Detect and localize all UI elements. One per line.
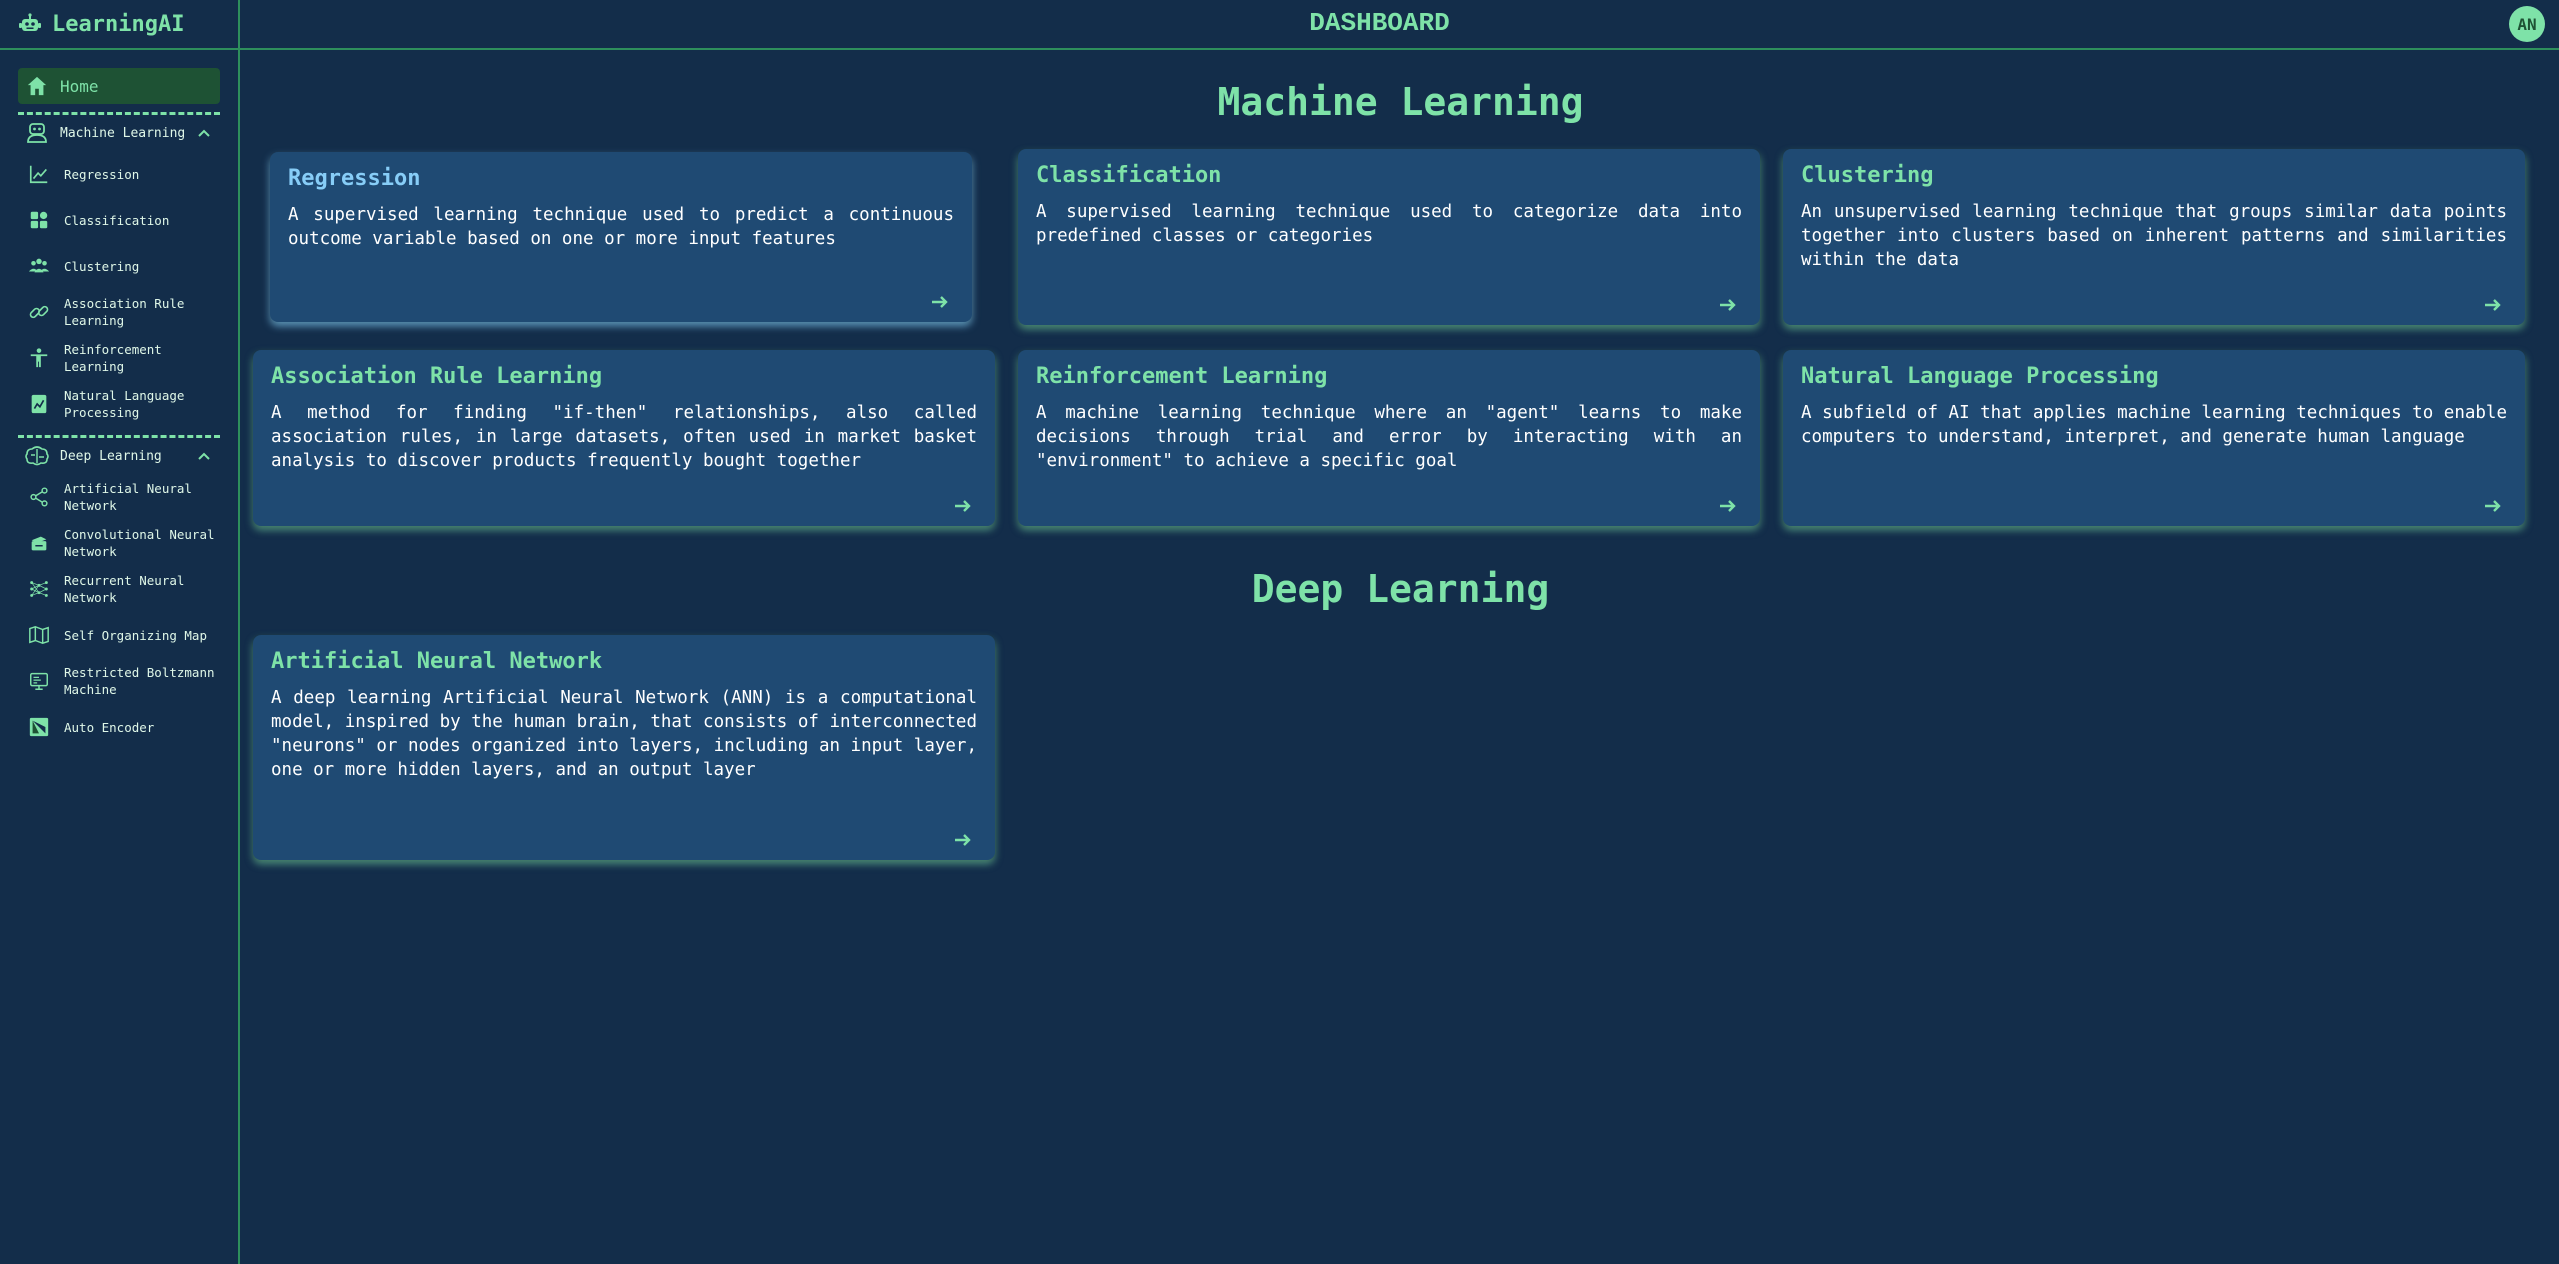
map-icon xyxy=(29,625,49,645)
sidebar-item-label: Auto Encoder xyxy=(64,719,155,735)
card-title: Clustering xyxy=(1801,163,1934,188)
sidebar-item-reinforcement-learning[interactable]: Reinforcement Learning xyxy=(18,335,220,381)
sidebar-item-label: Convolutional Neural Network xyxy=(64,527,215,559)
arrow-right-icon[interactable] xyxy=(930,292,950,312)
sidebar-item-label: Recurrent Neural Network xyxy=(64,573,185,605)
grid-icon xyxy=(30,211,48,229)
brain-robot-icon xyxy=(27,123,47,143)
sidebar-item-clustering[interactable]: Clustering xyxy=(18,243,220,289)
card-description: A method for finding "if-then" relations… xyxy=(271,403,977,471)
arrow-right-icon[interactable] xyxy=(953,830,973,850)
sidebar-item-classification[interactable]: Classification xyxy=(18,197,220,243)
card-description: An unsupervised learning technique that … xyxy=(1801,202,2507,270)
sidebar-item-label: Regression xyxy=(64,166,140,182)
line-chart-icon xyxy=(29,165,48,184)
sidebar-item-recurrent-neural-network[interactable]: Recurrent Neural Network xyxy=(18,566,220,612)
sidebar-group-label: Machine Learning xyxy=(60,125,186,141)
sidebar-item-association-rule-learning[interactable]: Association Rule Learning xyxy=(18,289,220,335)
sidebar: LearningAI Home Machine Learning Regress… xyxy=(0,0,240,1264)
arrow-right-icon[interactable] xyxy=(2483,295,2503,315)
sidebar-group-label: Deep Learning xyxy=(60,448,162,464)
sidebar-item-home[interactable]: Home xyxy=(18,68,220,104)
card-reinforcement-learning[interactable]: Reinforcement Learning A machine learnin… xyxy=(1018,350,1760,526)
sidebar-item-auto-encoder[interactable]: Auto Encoder xyxy=(18,704,220,750)
card-artificial-neural-network[interactable]: Artificial Neural Network A deep learnin… xyxy=(253,635,995,860)
section-title-deep-learning: Deep Learning xyxy=(1251,567,1550,611)
image-icon xyxy=(29,717,49,737)
card-title: Association Rule Learning xyxy=(271,364,603,389)
brand[interactable]: LearningAI xyxy=(0,0,238,50)
app-name: LearningAI xyxy=(52,11,185,37)
card-classification[interactable]: Classification A supervised learning tec… xyxy=(1018,149,1760,325)
chevron-up-icon xyxy=(198,129,210,137)
sidebar-item-label: Artificial Neural Network xyxy=(64,481,192,513)
chevron-up-icon xyxy=(198,452,210,460)
arrow-right-icon[interactable] xyxy=(953,496,973,516)
sidebar-item-self-organizing-map[interactable]: Self Organizing Map xyxy=(18,612,220,658)
sidebar-item-label: Self Organizing Map xyxy=(64,627,207,643)
arrow-right-icon[interactable] xyxy=(1718,295,1738,315)
sidebar-item-natural-language-processing[interactable]: Natural Language Processing xyxy=(18,381,220,427)
home-icon xyxy=(27,76,47,96)
card-description: A supervised learning technique used to … xyxy=(1036,202,1742,246)
document-chart-icon xyxy=(31,394,47,414)
sidebar-item-label: Classification xyxy=(64,212,170,228)
sidebar-item-artificial-neural-network[interactable]: Artificial Neural Network xyxy=(18,474,220,520)
sidebar-item-label: Association Rule Learning xyxy=(64,296,185,328)
sidebar-item-label: Restricted Boltzmann Machine xyxy=(64,665,215,697)
arrow-right-icon[interactable] xyxy=(2483,496,2503,516)
card-regression[interactable]: Regression A supervised learning techniq… xyxy=(270,152,972,322)
card-association-rule-learning[interactable]: Association Rule Learning A method for f… xyxy=(253,350,995,526)
robot-icon xyxy=(19,13,41,31)
card-title: Regression xyxy=(288,166,421,191)
card-description: A deep learning Artificial Neural Networ… xyxy=(271,688,977,780)
sidebar-group-deep-learning[interactable]: Deep Learning xyxy=(18,438,220,474)
link-icon xyxy=(29,305,49,319)
card-title: Natural Language Processing xyxy=(1801,364,2159,389)
card-title: Classification xyxy=(1036,163,1222,188)
avatar[interactable]: AN xyxy=(2509,6,2545,42)
card-natural-language-processing[interactable]: Natural Language Processing A subfield o… xyxy=(1783,350,2525,526)
figure-icon xyxy=(30,348,48,368)
sidebar-item-convolutional-neural-network[interactable]: Convolutional Neural Network xyxy=(18,520,220,566)
sidebar-item-label: Natural Language Processing xyxy=(64,388,185,420)
sidebar-item-label: Home xyxy=(60,76,99,96)
card-title: Artificial Neural Network xyxy=(271,649,603,674)
monitor-icon xyxy=(30,672,48,690)
sidebar-item-label: Clustering xyxy=(64,258,140,274)
card-description: A subfield of AI that applies machine le… xyxy=(1801,403,2507,447)
sidebar-group-machine-learning[interactable]: Machine Learning xyxy=(18,115,220,151)
share-nodes-icon xyxy=(30,487,48,507)
page-title: DASHBOARD xyxy=(1309,8,1450,38)
brain-icon xyxy=(25,446,49,466)
network-icon xyxy=(30,581,48,597)
main-content: Machine Learning Regression A supervised… xyxy=(242,52,2559,1264)
card-description: A supervised learning technique used to … xyxy=(288,205,954,249)
card-title: Reinforcement Learning xyxy=(1036,364,1328,389)
layers-icon xyxy=(31,536,47,551)
sidebar-nav: Home Machine Learning Regression Classif… xyxy=(0,50,238,750)
sidebar-item-label: Reinforcement Learning xyxy=(64,342,162,374)
card-description: A machine learning technique where an "a… xyxy=(1036,403,1742,471)
section-title-machine-learning: Machine Learning xyxy=(1217,80,1584,124)
card-clustering[interactable]: Clustering An unsupervised learning tech… xyxy=(1783,149,2525,325)
arrow-right-icon[interactable] xyxy=(1718,496,1738,516)
top-bar: DASHBOARD AN xyxy=(240,0,2559,50)
users-icon xyxy=(28,258,50,273)
sidebar-item-restricted-boltzmann-machine[interactable]: Restricted Boltzmann Machine xyxy=(18,658,220,704)
sidebar-item-regression[interactable]: Regression xyxy=(18,151,220,197)
